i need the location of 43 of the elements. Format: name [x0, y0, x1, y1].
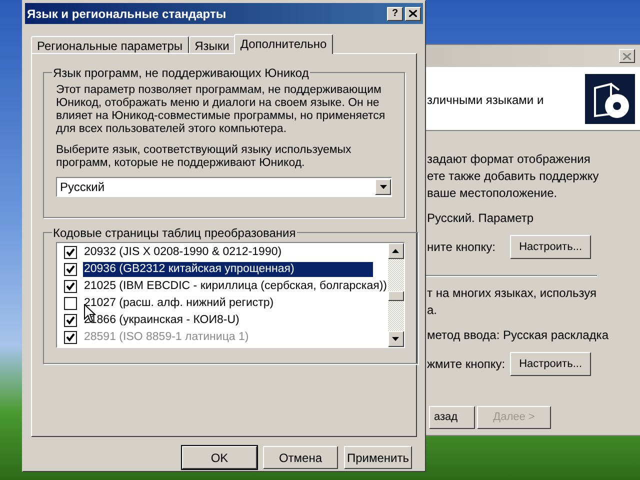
dialog-button[interactable]: OK — [182, 446, 257, 469]
body-text: ете также добавить поддержку — [427, 168, 600, 185]
description-text: Этот параметр позволяет программам, не поддерживающим Юникод, отображать меню и диалоги на своем языке. Он не влияет на Юникод-совместимые программы, но применяется для всех пользователей этого компьютера. — [56, 84, 386, 136]
body-text: метод ввода: Русская раскладка — [427, 327, 610, 344]
checkbox[interactable] — [64, 280, 77, 293]
tab[interactable]: Дополнительно — [234, 34, 333, 54]
body-text: т на многих языках, используя — [427, 285, 598, 302]
close-icon[interactable] — [619, 49, 635, 63]
close-icon — [409, 10, 417, 17]
hint-text: Выберите язык, соответствующий языку используемых программ, которые не поддерживают Юникод. — [56, 144, 352, 170]
list-item[interactable]: 20936 (GB2312 китайская упрощенная) — [83, 262, 373, 277]
checkbox[interactable] — [64, 262, 77, 276]
group-title: Язык программ, не поддерживающих Юникод — [52, 64, 310, 82]
list-item[interactable]: 20932 (JIS X 0208-1990 & 0212-1990) — [83, 244, 283, 260]
close-button[interactable] — [405, 6, 421, 20]
group-title: Кодовые страницы таблиц преобразования — [52, 224, 297, 242]
scroll-up-icon[interactable] — [388, 242, 404, 259]
checkbox[interactable] — [64, 246, 77, 259]
header-text: зличными языками и — [427, 92, 544, 108]
dialog-button[interactable]: Отмена — [263, 446, 338, 469]
window-title: Язык и региональные стандарты — [27, 6, 226, 22]
language-select[interactable]: Русский — [56, 176, 392, 197]
list-item[interactable]: 21027 (расш. алф. нижний регистр) — [83, 296, 275, 311]
wizard-nav-button[interactable]: азад — [429, 406, 475, 429]
dialog-button[interactable]: Применить — [344, 446, 412, 469]
scrollbar[interactable] — [388, 242, 404, 347]
select-value: Русский — [59, 178, 105, 196]
configure-button[interactable]: Настроить... — [510, 235, 591, 259]
help-button[interactable]: ? — [387, 6, 403, 20]
body-text: ваше местоположение. — [427, 185, 558, 202]
tab[interactable]: Языки — [188, 36, 236, 53]
scroll-thumb[interactable] — [388, 290, 404, 301]
list-item[interactable]: 21025 (IBM EBCDIC - кириллица (сербская, болгарская)) — [83, 278, 388, 294]
body-text: Русский. Параметр — [427, 210, 535, 227]
configure-button[interactable]: Настроить... — [510, 352, 591, 376]
body-text: а. — [427, 302, 438, 319]
checkbox[interactable] — [64, 314, 77, 327]
scroll-down-icon[interactable] — [388, 330, 404, 347]
checkbox[interactable] — [64, 296, 77, 310]
body-text: жмите кнопку: — [427, 356, 506, 372]
body-text: ните кнопку: — [427, 238, 496, 256]
tab[interactable]: Региональные параметры — [31, 36, 189, 53]
body-text: задают формат отображения — [427, 151, 592, 168]
